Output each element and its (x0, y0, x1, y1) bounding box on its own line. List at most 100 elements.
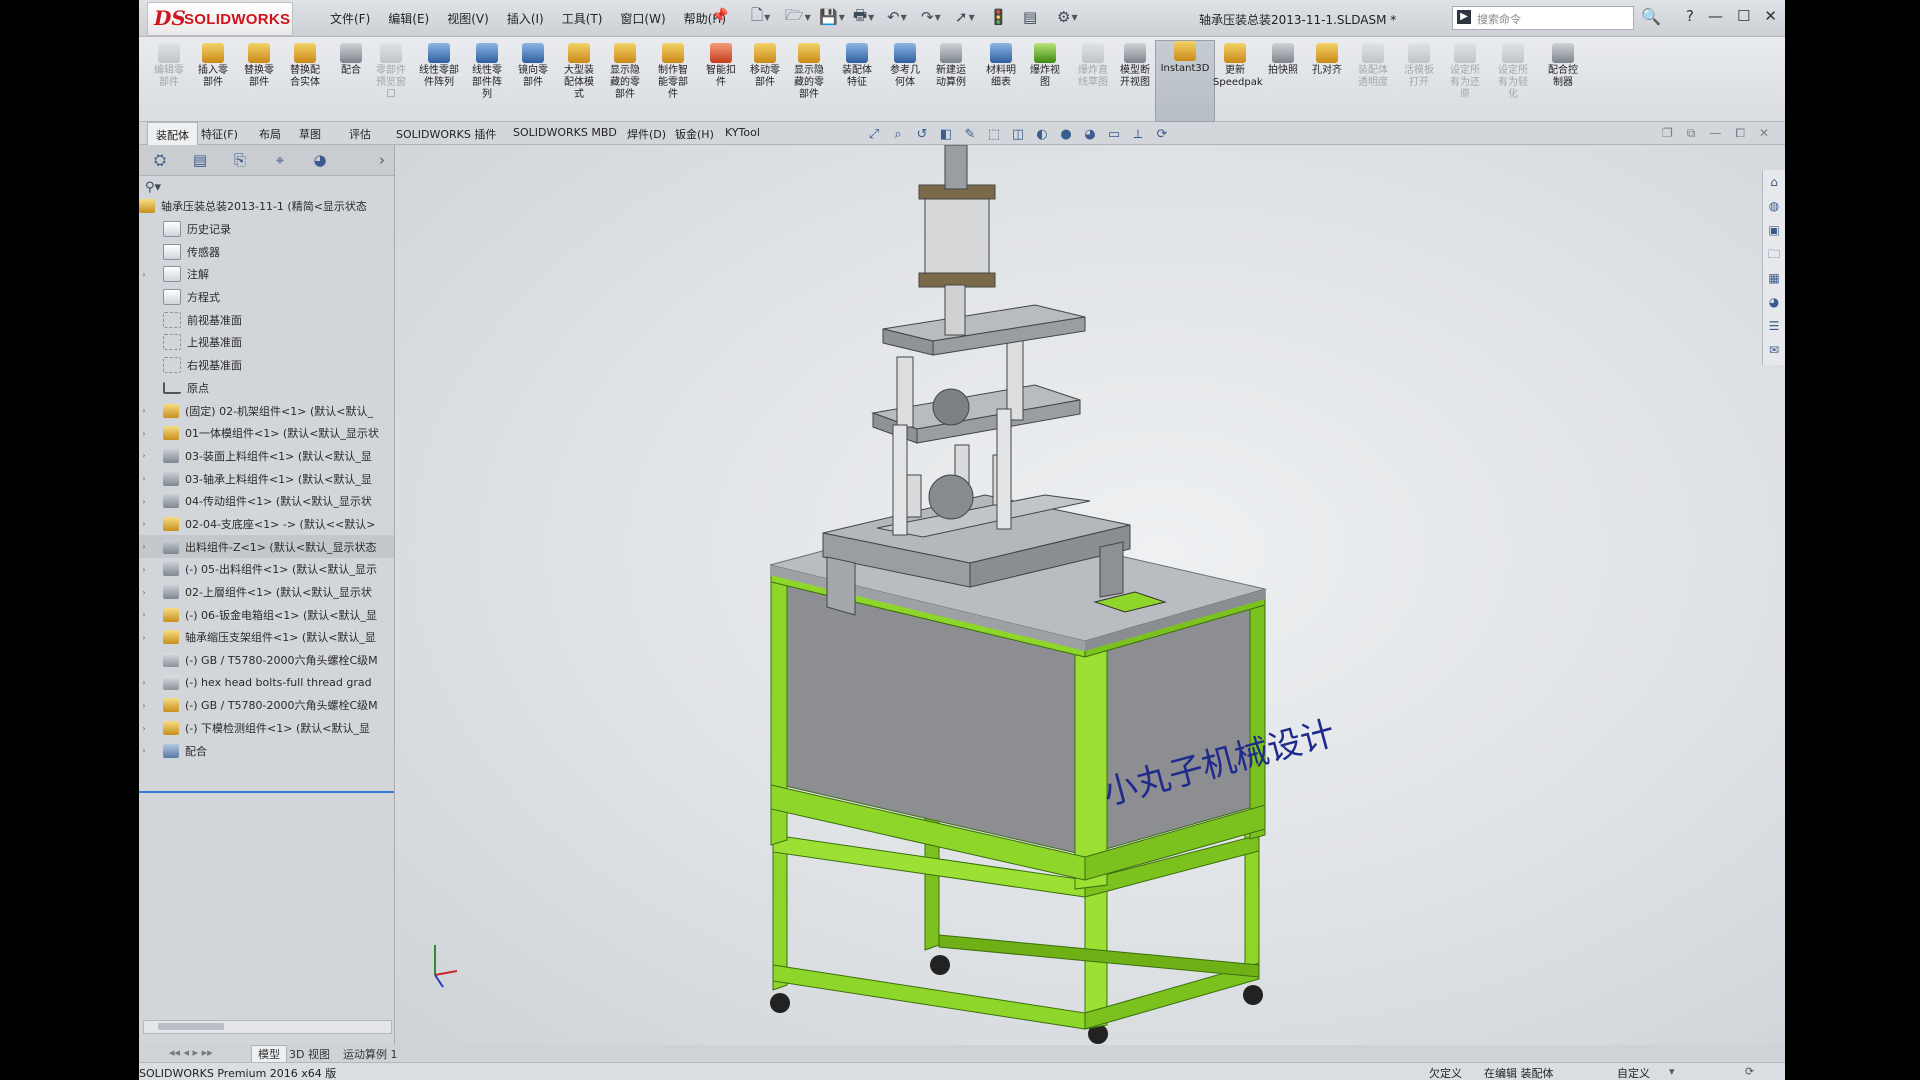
pin-menu-icon[interactable]: 📌 (711, 8, 728, 24)
set-all-resolved-button[interactable]: 设定所 有为还 原 (1443, 43, 1487, 119)
broken-out-view-button[interactable]: 模型断 开视图 (1113, 43, 1157, 119)
replace-mate-entities-button[interactable]: 替换配 合实体 (283, 43, 327, 119)
tree-item[interactable]: › (固定) 02-机架组件<1> (默认<默认_ (139, 399, 394, 422)
tree-item[interactable]: 前视基准面 (139, 308, 394, 331)
show-hidden-button[interactable]: 显示隐 藏的零 部件 (603, 43, 647, 119)
expand-arrow-icon[interactable]: › (139, 746, 149, 755)
insert-component-button[interactable]: 插入零 部件 (191, 43, 235, 119)
set-all-lightweight-button[interactable]: 设定所 有为轻 化 (1491, 43, 1535, 119)
replace-component-button[interactable]: 替换零 部件 (237, 43, 281, 119)
move-component-button[interactable]: 移动零 部件 (743, 43, 787, 119)
rotate-view-icon[interactable]: ⟳ (1154, 127, 1170, 143)
expand-arrow-icon[interactable]: › (139, 678, 149, 687)
cascade-icon[interactable]: ⧉ (1687, 126, 1696, 141)
tree-item[interactable]: 方程式 (139, 286, 394, 309)
large-assembly-button[interactable]: 大型装 配体模 式 (557, 43, 601, 119)
design-library-icon[interactable]: ▣ (1763, 218, 1785, 242)
show-hidden-2-button[interactable]: 显示隐 藏的零 部件 (787, 43, 831, 119)
solidworks-logo[interactable]: DS SOLIDWORKS (147, 2, 293, 36)
tree-item[interactable]: › 02-上層组件<1> (默认<默认_显示状 (139, 581, 394, 604)
edit-component-button[interactable]: 编辑零 部件 (147, 43, 191, 119)
file-explorer-icon[interactable]: 🗀 (1763, 242, 1785, 266)
graphics-area[interactable]: 小丸子机械设计 ⌂ ◍ ▣ 🗀 ▦ ◕ ☰ ✉ (395, 145, 1785, 1045)
property-manager-tab-icon[interactable]: ▤ (189, 150, 211, 170)
expand-arrow-icon[interactable]: › (139, 451, 149, 460)
tree-item[interactable]: › 出料组件-Z<1> (默认<默认_显示状态 (139, 535, 394, 558)
tree-root-assembly[interactable]: 轴承压装总装2013-11-1 (精简<显示状态 (139, 195, 394, 218)
tree-item[interactable]: 传感器 (139, 240, 394, 263)
expand-arrow-icon[interactable]: › (139, 724, 149, 733)
bom-button[interactable]: 材料明 细表 (979, 43, 1023, 119)
tree-item[interactable]: › 03-轴承上料组件<1> (默认<默认_显 (139, 467, 394, 490)
forum-icon[interactable]: ✉ (1763, 338, 1785, 362)
expand-arrow-icon[interactable]: › (139, 519, 149, 528)
status-units[interactable]: 自定义 (1617, 1065, 1650, 1080)
tree-item[interactable]: 原点 (139, 377, 394, 400)
hole-alignment-button[interactable]: 孔对齐 (1305, 43, 1349, 119)
hide-show-items-icon[interactable]: ◐ (1034, 127, 1050, 143)
minimize-button[interactable]: — (1708, 7, 1723, 25)
snapshot-button[interactable]: 拍快照 (1261, 43, 1305, 119)
edit-appearance-icon[interactable]: ● (1058, 127, 1074, 143)
template-open-button[interactable]: 活模板 打开 (1397, 43, 1441, 119)
expand-arrow-icon[interactable]: › (139, 497, 149, 506)
rollback-bar[interactable] (139, 791, 394, 793)
assembly-model-view[interactable]: 小丸子机械设计 (395, 145, 1785, 1045)
tab-8[interactable]: 钣金(H) (675, 126, 714, 142)
zoom-to-fit-icon[interactable]: ⤢ (866, 127, 882, 143)
undo-button[interactable]: ↶ ▼ (887, 6, 915, 28)
search-input[interactable]: 搜索命令 (1477, 11, 1521, 27)
reference-geometry-button[interactable]: 参考几 何体 (883, 43, 927, 119)
tree-item[interactable]: (-) GB / T5780-2000六角头螺栓C级M (139, 649, 394, 672)
custom-properties-icon[interactable]: ☰ (1763, 314, 1785, 338)
search-icon[interactable]: 🔍 (1641, 7, 1661, 26)
options-button[interactable]: ⚙ ▼ (1057, 6, 1085, 28)
menu-edit[interactable]: 编辑(E) (379, 10, 438, 27)
triad-icon[interactable]: ⟂ (1130, 127, 1146, 143)
close-button[interactable]: ✕ (1764, 7, 1777, 25)
filter-icon[interactable]: ⚲▾ (145, 180, 161, 195)
view-palette-icon[interactable]: ▦ (1763, 266, 1785, 290)
tab-6[interactable]: SOLIDWORKS MBD (513, 126, 617, 139)
smart-fasteners-button[interactable]: 智能扣 件 (699, 43, 743, 119)
expand-arrow-icon[interactable]: › (139, 701, 149, 710)
tab-1[interactable]: 特征(F) (201, 126, 238, 142)
tab-7[interactable]: 焊件(D) (627, 126, 666, 142)
expand-arrow-icon[interactable]: › (139, 406, 149, 415)
help-icon[interactable]: ? (1686, 7, 1694, 25)
search-mode-icon[interactable]: ▶ (1457, 10, 1471, 24)
menu-view[interactable]: 视图(V) (438, 10, 498, 27)
tree-item[interactable]: › (-) hex head bolts-full thread grad (139, 671, 394, 694)
instant3d-button[interactable]: Instant3D (1155, 40, 1215, 122)
search-commands-box[interactable]: ▶ 搜索命令 🔍 (1452, 6, 1661, 30)
units-dropdown-icon[interactable]: ▾ (1669, 1065, 1675, 1078)
expand-arrow-icon[interactable]: › (139, 474, 149, 483)
tree-item[interactable]: › (-) GB / T5780-2000六角头螺栓C级M (139, 694, 394, 717)
preview-window-button[interactable]: 零部件 预览窗 口 (369, 43, 413, 119)
expand-arrow-icon[interactable]: › (139, 565, 149, 574)
assembly-features-button[interactable]: 装配体 特征 (835, 43, 879, 119)
linear-pattern-2-button[interactable]: 线性零 部件阵 列 (465, 43, 509, 119)
menu-tools[interactable]: 工具(T) (553, 10, 612, 27)
menu-insert[interactable]: 插入(I) (498, 10, 553, 27)
save-button[interactable]: 💾 ▼ (819, 6, 847, 28)
tree-item[interactable]: › (-) 05-出料组件<1> (默认<默认_显示 (139, 558, 394, 581)
tree-item[interactable]: 右视基准面 (139, 354, 394, 377)
mirror-component-button[interactable]: 镜向零 部件 (511, 43, 555, 119)
redo-button[interactable]: ↷ ▼ (921, 6, 949, 28)
tab-nav-arrows[interactable]: ◂◂ ◂ ▸ ▸▸ (169, 1046, 213, 1059)
tab-3[interactable]: 草图 (299, 126, 321, 142)
tab-model[interactable]: 模型 (251, 1045, 287, 1063)
smart-component-button[interactable]: 制作智 能零部 件 (651, 43, 695, 119)
mate-controller-button[interactable]: 配合控 制器 (1541, 43, 1585, 119)
new-document-button[interactable]: 🗋 ▼ (751, 6, 779, 28)
tab-2[interactable]: 布局 (259, 126, 281, 142)
explode-line-sketch-button[interactable]: 爆炸直 线草图 (1071, 43, 1115, 119)
tree-item[interactable]: › 注解 (139, 263, 394, 286)
tab-4[interactable]: 评估 (349, 126, 371, 142)
tree-item[interactable]: › 轴承缩压支架组件<1> (默认<默认_显 (139, 626, 394, 649)
rebuild-status-icon[interactable]: ⟳ (1745, 1065, 1754, 1078)
tree-horizontal-scrollbar[interactable] (143, 1020, 392, 1034)
expand-arrow-icon[interactable]: › (139, 270, 149, 279)
tree-item[interactable]: › 03-装面上料组件<1> (默认<默认_显 (139, 445, 394, 468)
